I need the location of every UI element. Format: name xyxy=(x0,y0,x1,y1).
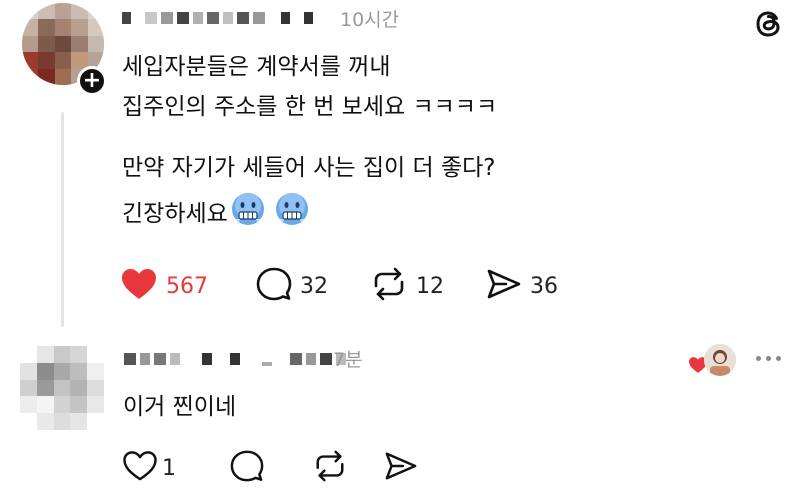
author-mini-avatar xyxy=(704,344,736,376)
reply-actions: 1 xyxy=(122,449,418,487)
send-icon xyxy=(384,450,418,486)
reply-body: 이거 찐이네 xyxy=(123,394,237,420)
comment-button[interactable]: 32 xyxy=(256,266,328,306)
post-actions: 567 32 12 36 xyxy=(120,266,558,306)
post-timestamp: 10시간 xyxy=(340,9,400,31)
comment-bubble-icon xyxy=(256,266,292,306)
post-body: 세입자분들은 계약서를 꺼내 집주인의 주소를 한 번 보세요 ㅋㅋㅋㅋ 만약 … xyxy=(122,50,742,237)
like-count: 567 xyxy=(166,273,208,299)
send-icon xyxy=(486,267,522,305)
share-button[interactable]: 36 xyxy=(486,267,558,305)
threads-icon[interactable] xyxy=(752,7,786,41)
cold-face-emoji-icon xyxy=(274,191,310,237)
cold-face-emoji-icon xyxy=(230,191,266,237)
repost-icon xyxy=(312,449,348,487)
reply-repost-button[interactable] xyxy=(312,449,348,487)
author-liked-indicator xyxy=(688,344,740,378)
post-line-2: 집주인의 주소를 한 번 보세요 ㅋㅋㅋㅋ xyxy=(122,94,498,120)
reply-like-count: 1 xyxy=(162,455,176,481)
comment-count: 32 xyxy=(300,273,328,299)
reply-like-button[interactable]: 1 xyxy=(122,450,176,486)
thread-line xyxy=(61,112,64,327)
reply-author-name-redacted[interactable] xyxy=(124,352,346,366)
like-button[interactable]: 567 xyxy=(120,267,208,305)
repost-icon xyxy=(370,266,408,306)
post-line-3: 만약 자기가 세들어 사는 집이 더 좋다? xyxy=(122,155,496,181)
reply-author-avatar[interactable] xyxy=(20,346,104,430)
repost-button[interactable]: 12 xyxy=(370,266,444,306)
reply-timestamp: 7분 xyxy=(333,349,363,371)
post-line-4: 긴장하세요 xyxy=(122,191,742,237)
heart-filled-icon xyxy=(120,267,158,305)
post-author-name-redacted[interactable] xyxy=(122,12,313,24)
share-count: 36 xyxy=(530,273,558,299)
follow-plus-button[interactable]: + xyxy=(77,66,107,96)
post-line-1: 세입자분들은 계약서를 꺼내 xyxy=(122,54,391,80)
post-line-4-text: 긴장하세요 xyxy=(122,201,228,227)
comment-bubble-icon xyxy=(230,449,264,487)
repost-count: 12 xyxy=(416,273,444,299)
reply-share-button[interactable] xyxy=(384,450,418,486)
more-options-button[interactable] xyxy=(756,356,781,361)
heart-outline-icon xyxy=(122,450,158,486)
reply-comment-button[interactable] xyxy=(230,449,264,487)
